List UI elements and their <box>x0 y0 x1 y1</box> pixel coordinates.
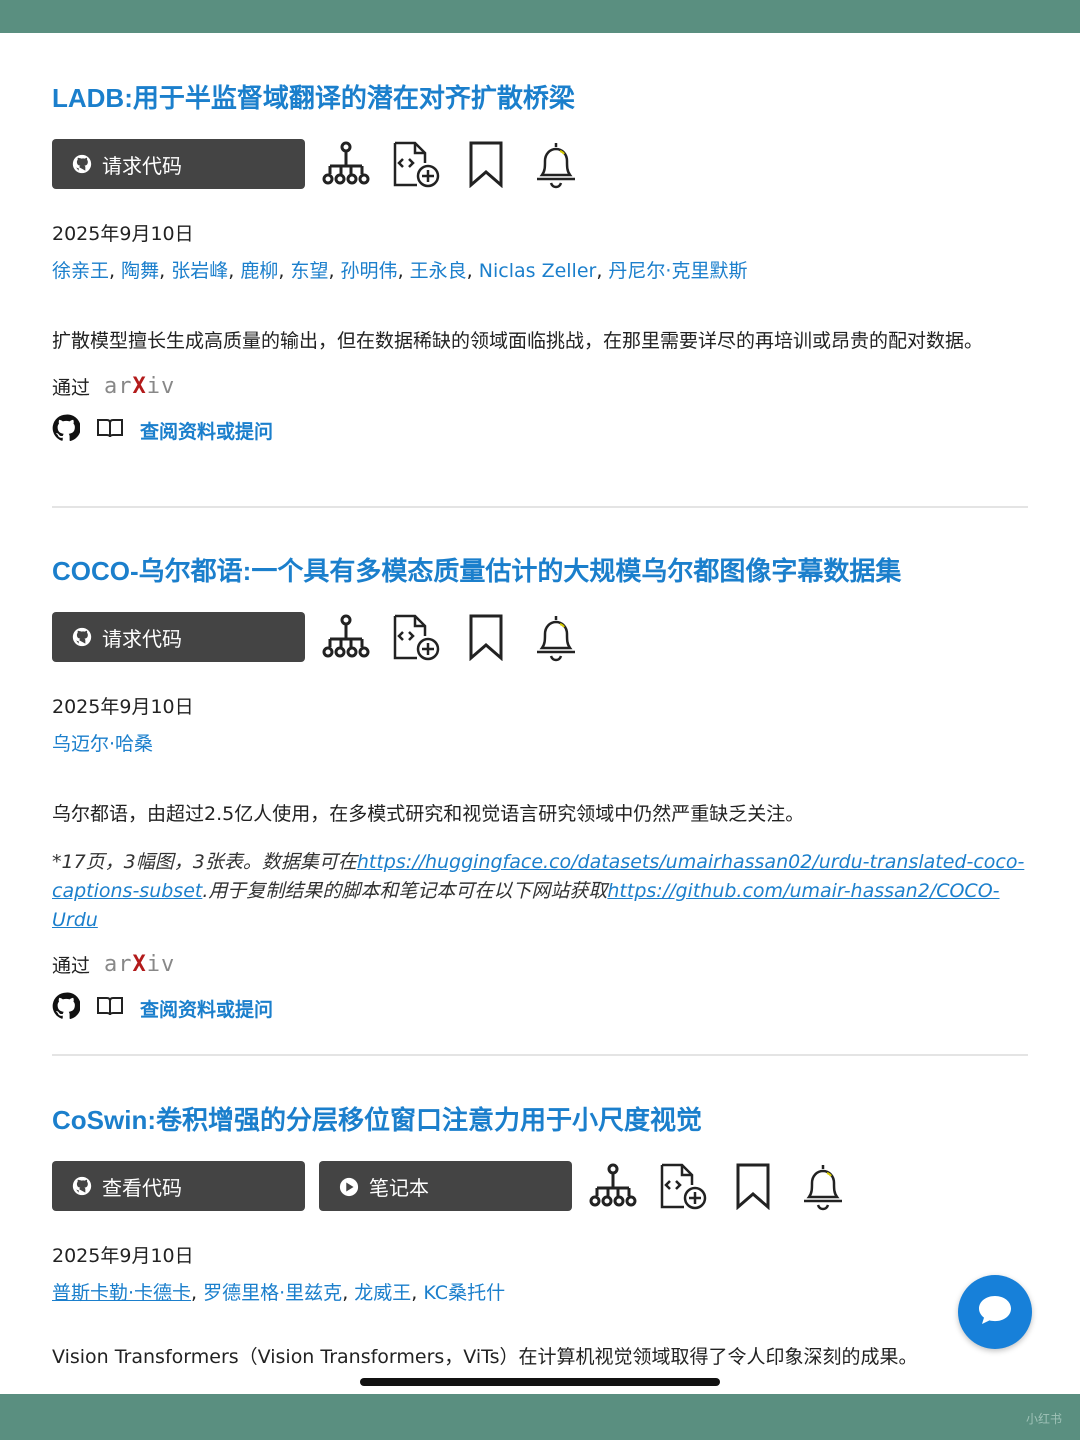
author-list: 普斯卡勒·卡德卡, 罗德里格·里兹克, 龙威王, KC桑托什 <box>52 1282 506 1304</box>
button-label: 请求代码 <box>102 626 182 651</box>
author-link[interactable]: Niclas Zeller <box>479 260 597 282</box>
arxiv-logo[interactable]: arXiv <box>104 374 175 399</box>
source-row: 通过 arXiv <box>52 951 1028 978</box>
add-file-icon[interactable] <box>391 612 441 662</box>
paper-links: 查阅资料或提问 <box>52 414 1028 446</box>
via-label: 通过 <box>52 955 91 977</box>
paper-note: *17页，3幅图，3张表。数据集可在https://huggingface.co… <box>52 848 1028 935</box>
publish-date: 2025年9月10日 <box>52 1245 194 1267</box>
add-file-icon[interactable] <box>658 1161 708 1211</box>
book-icon[interactable] <box>96 416 124 444</box>
note-text: *17页，3幅图，3张表。数据集可在 <box>52 851 357 873</box>
author-link[interactable]: 陶舞 <box>121 260 159 282</box>
author-link[interactable]: 鹿柳 <box>240 260 278 282</box>
note-text: .用于复制结果的脚本和笔记本可在以下网站获取 <box>202 880 608 902</box>
author-link[interactable]: 东望 <box>290 260 328 282</box>
bell-icon[interactable] <box>531 612 581 662</box>
author-link[interactable]: 龙威王 <box>354 1282 411 1304</box>
divider <box>52 506 1028 508</box>
button-label: 笔记本 <box>369 1175 429 1200</box>
bookmark-icon[interactable] <box>461 139 511 189</box>
publish-date: 2025年9月10日 <box>52 696 194 718</box>
add-file-icon[interactable] <box>391 139 441 189</box>
abstract-text: 扩散模型擅长生成高质量的输出，但在数据稀缺的领域面临挑战，在那里需要详尽的再培训… <box>52 330 984 352</box>
button-label: 查看代码 <box>102 1175 182 1200</box>
author-link[interactable]: 罗德里格·里兹克 <box>203 1282 342 1304</box>
notebook-button[interactable]: 笔记本 <box>319 1161 572 1211</box>
author-link[interactable]: 张岩峰 <box>171 260 228 282</box>
author-list: 乌迈尔·哈桑 <box>52 729 1028 756</box>
via-label: 通过 <box>52 377 91 399</box>
home-indicator <box>360 1378 720 1386</box>
divider <box>52 1054 1028 1056</box>
author-link[interactable]: 普斯卡勒·卡德卡 <box>52 1282 191 1304</box>
publish-date: 2025年9月10日 <box>52 223 194 245</box>
paper-title[interactable]: COCO-乌尔都语:一个具有多模态质量估计的大规模乌尔都图像字幕数据集 <box>52 551 1028 588</box>
ask-link[interactable]: 查阅资料或提问 <box>140 417 273 444</box>
author-link[interactable]: 乌迈尔·哈桑 <box>52 733 153 755</box>
ask-link[interactable]: 查阅资料或提问 <box>140 995 273 1022</box>
paper-links: 查阅资料或提问 <box>52 992 1028 1024</box>
paper-title[interactable]: CoSwin:卷积增强的分层移位窗口注意力用于小尺度视觉 <box>52 1100 1028 1137</box>
bottom-bar: 小红书 <box>0 1394 1080 1440</box>
watermark: 小红书 <box>1025 1412 1062 1426</box>
paper-card-2: COCO-乌尔都语:一个具有多模态质量估计的大规模乌尔都图像字幕数据集 请求代码… <box>52 551 1028 1024</box>
bookmark-icon[interactable] <box>728 1161 778 1211</box>
book-icon[interactable] <box>96 994 124 1022</box>
request-code-button[interactable]: 请求代码 <box>52 139 305 189</box>
chat-icon <box>977 1294 1013 1330</box>
github-icon[interactable] <box>52 992 81 1024</box>
github-icon[interactable] <box>52 414 81 446</box>
author-link[interactable]: 徐亲王 <box>52 260 109 282</box>
github-icon <box>72 627 92 647</box>
bell-icon[interactable] <box>531 139 581 189</box>
chat-button[interactable] <box>958 1275 1032 1349</box>
bell-icon[interactable] <box>798 1161 848 1211</box>
abstract-text: 乌尔都语，由超过2.5亿人使用，在多模式研究和视觉语言研究领域中仍然严重缺乏关注… <box>52 803 805 825</box>
abstract-text: Vision Transformers（Vision Transformers，… <box>52 1346 918 1368</box>
play-icon <box>339 1176 359 1197</box>
author-link[interactable]: 丹尼尔·克里默斯 <box>608 260 747 282</box>
button-label: 请求代码 <box>102 153 182 178</box>
author-link[interactable]: 王永良 <box>410 260 467 282</box>
source-row: 通过 arXiv <box>52 373 1028 400</box>
arxiv-logo[interactable]: arXiv <box>104 952 175 977</box>
hierarchy-icon[interactable] <box>321 612 371 662</box>
top-status-bar <box>0 0 1080 33</box>
author-list: 徐亲王, 陶舞, 张岩峰, 鹿柳, 东望, 孙明伟, 王永良, Niclas Z… <box>52 260 748 282</box>
author-link[interactable]: 孙明伟 <box>341 260 398 282</box>
paper-card-3: CoSwin:卷积增强的分层移位窗口注意力用于小尺度视觉 查看代码 笔记本 20… <box>52 1100 1028 1373</box>
paper-title[interactable]: LADB:用于半监督域翻译的潜在对齐扩散桥梁 <box>52 78 1028 115</box>
hierarchy-icon[interactable] <box>588 1161 638 1211</box>
view-code-button[interactable]: 查看代码 <box>52 1161 305 1211</box>
hierarchy-icon[interactable] <box>321 139 371 189</box>
request-code-button[interactable]: 请求代码 <box>52 612 305 662</box>
bookmark-icon[interactable] <box>461 612 511 662</box>
author-link[interactable]: KC桑托什 <box>423 1282 505 1304</box>
github-icon <box>72 1176 92 1196</box>
github-icon <box>72 154 92 174</box>
paper-card-1: LADB:用于半监督域翻译的潜在对齐扩散桥梁 请求代码 2025年9月10日 徐… <box>52 78 1028 446</box>
